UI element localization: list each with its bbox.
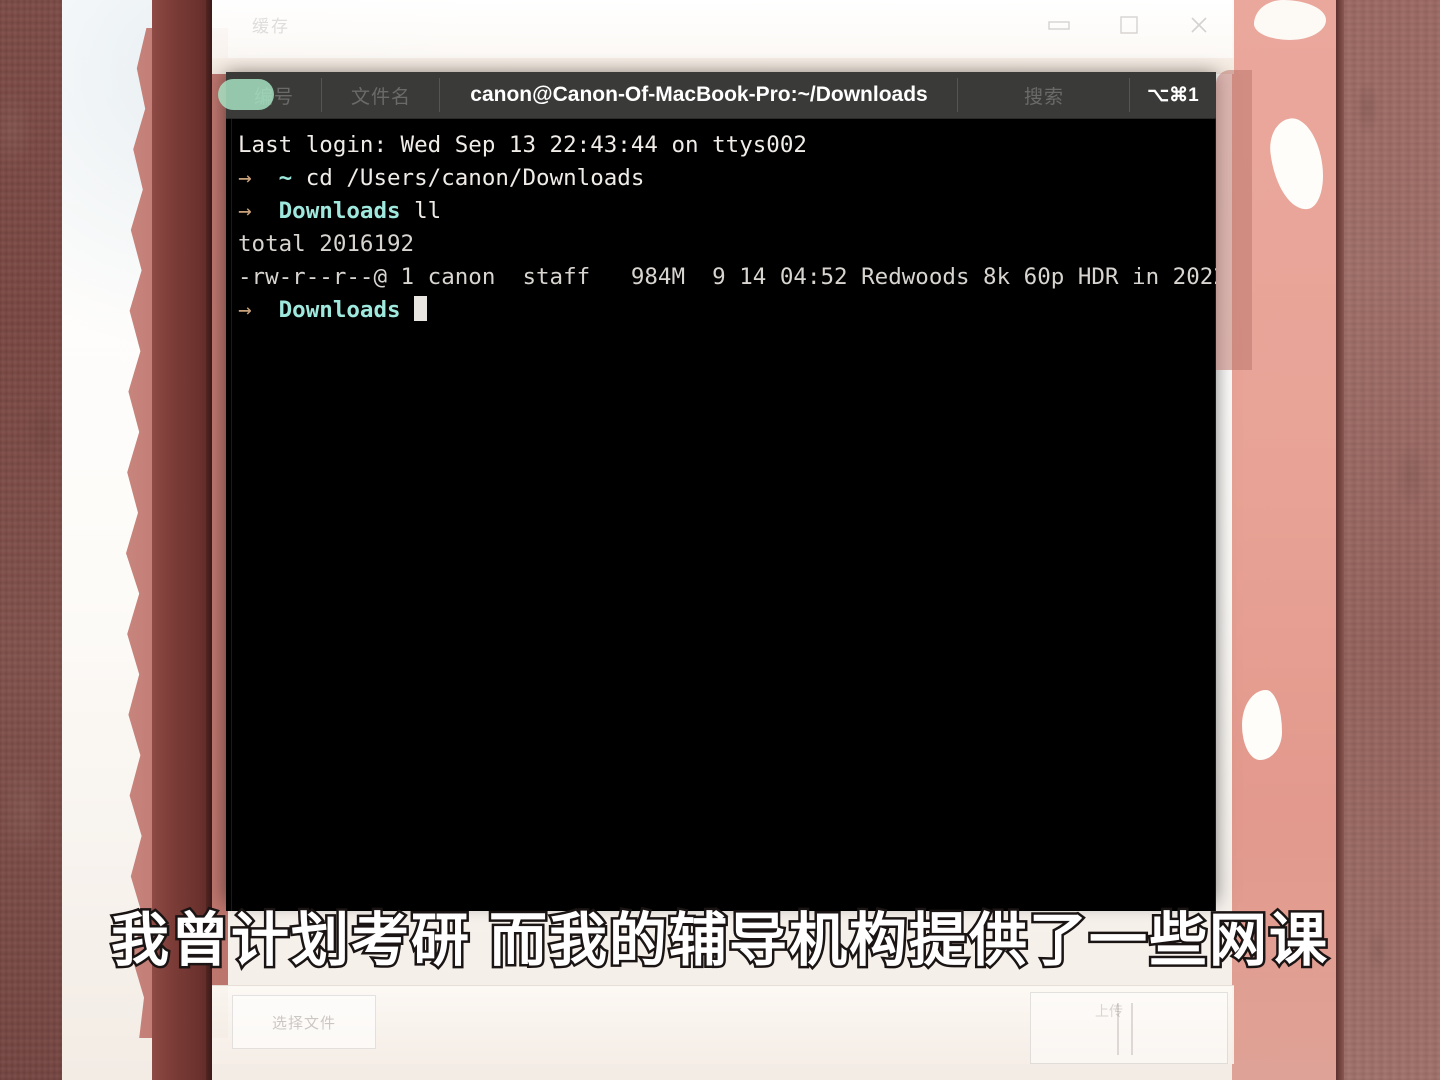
paint-blot bbox=[1266, 115, 1328, 213]
terminal-column-number[interactable]: 编号 bbox=[218, 72, 322, 118]
terminal-line: Last login: Wed Sep 13 22:43:44 on ttys0… bbox=[226, 129, 1216, 162]
terminal-left-guide bbox=[231, 119, 232, 911]
prompt-cwd: Downloads bbox=[278, 198, 401, 224]
subtitle-caption: 我曾计划考研 而我的辅导机构提供了一些网课 bbox=[108, 908, 1330, 973]
select-file-button[interactable]: 选择文件 bbox=[232, 995, 376, 1049]
terminal-shortcut-hint: ⌥⌘1 bbox=[1130, 72, 1216, 118]
terminal-tabbar: 编号 文件名 canon@Canon-Of-MacBook-Pro:~/Down… bbox=[218, 72, 1216, 119]
prompt-cwd: Downloads bbox=[278, 297, 401, 323]
terminal-title: canon@Canon-Of-MacBook-Pro:~/Downloads bbox=[440, 72, 958, 118]
prompt-arrow-icon: → bbox=[238, 198, 252, 224]
terminal-line-active: → Downloads bbox=[226, 294, 1216, 327]
terminal-cursor bbox=[414, 296, 428, 321]
prompt-arrow-icon: → bbox=[238, 165, 252, 191]
terminal-line: → Downloads ll bbox=[226, 195, 1216, 228]
terminal-window[interactable]: 编号 文件名 canon@Canon-Of-MacBook-Pro:~/Down… bbox=[218, 72, 1216, 911]
ghost-upload-box[interactable]: 上传 bbox=[1030, 992, 1228, 1064]
terminal-command: cd /Users/canon/Downloads bbox=[305, 165, 645, 191]
terminal-file-listing: -rw-r--r--@ 1 canon staff 984M 9 14 04:5… bbox=[238, 264, 1216, 290]
terminal-line: -rw-r--r--@ 1 canon staff 984M 9 14 04:5… bbox=[226, 261, 1216, 294]
terminal-line: → ~ cd /Users/canon/Downloads bbox=[226, 162, 1216, 195]
terminal-title-label: canon@Canon-Of-MacBook-Pro:~/Downloads bbox=[470, 83, 928, 106]
terminal-command: ll bbox=[414, 198, 442, 224]
ghost-upload-bar bbox=[1117, 1003, 1119, 1055]
terminal-line: total 2016192 bbox=[226, 228, 1216, 261]
overlay-pink-panel bbox=[1216, 70, 1252, 370]
terminal-line-text: Last login: Wed Sep 13 22:43:44 on ttys0… bbox=[238, 132, 807, 158]
ghost-upload-bar bbox=[1131, 1003, 1133, 1055]
app-window-titlebar: 缓存 bbox=[212, 0, 1234, 58]
active-tab-indicator bbox=[218, 79, 274, 110]
window-controls bbox=[1038, 8, 1220, 42]
close-icon[interactable] bbox=[1178, 8, 1220, 42]
terminal-column-filename-label: 文件名 bbox=[350, 86, 411, 108]
paint-blot bbox=[1254, 0, 1326, 40]
terminal-search-label: 搜索 bbox=[1023, 86, 1064, 108]
terminal-output-area[interactable]: Last login: Wed Sep 13 22:43:44 on ttys0… bbox=[226, 119, 1216, 911]
terminal-column-filename[interactable]: 文件名 bbox=[322, 72, 440, 118]
terminal-search-button[interactable]: 搜索 bbox=[958, 72, 1130, 118]
screenshot-stage: 缓存 0411·····3·考·······VER···007 [·23····… bbox=[0, 0, 1440, 1080]
prompt-arrow-icon: → bbox=[238, 297, 252, 323]
paint-blot bbox=[1242, 690, 1282, 760]
terminal-shortcut-label: ⌥⌘1 bbox=[1147, 84, 1199, 106]
app-window-title: 缓存 bbox=[252, 17, 290, 36]
terminal-line-text: total 2016192 bbox=[238, 231, 415, 257]
minimize-icon[interactable] bbox=[1038, 8, 1080, 42]
maximize-icon[interactable] bbox=[1108, 8, 1150, 42]
prompt-cwd: ~ bbox=[278, 165, 293, 191]
